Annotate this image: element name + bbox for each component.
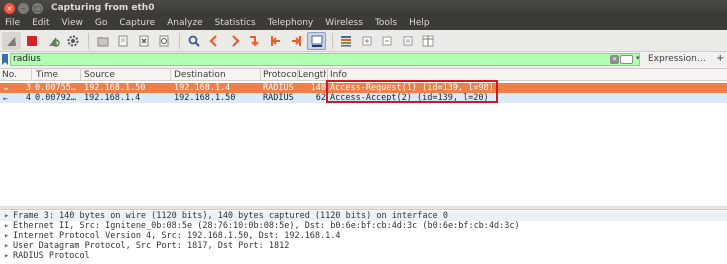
- maximize-window-button[interactable]: □: [32, 2, 43, 14]
- capture-options-gear-icon[interactable]: [64, 32, 83, 50]
- window-controls: × – □: [4, 2, 43, 14]
- go-back-icon[interactable]: [205, 32, 224, 50]
- packet-source: 192.168.1.4: [84, 93, 141, 103]
- go-to-packet-icon[interactable]: [246, 32, 265, 50]
- detail-row-udp[interactable]: ▸ User Datagram Protocol, Src Port: 1817,…: [4, 241, 289, 251]
- detail-text: Frame 3: 140 bytes on wire (1120 bits), …: [13, 211, 448, 221]
- toolbar-separator: [331, 32, 333, 49]
- stop-square-icon[interactable]: [23, 32, 42, 50]
- detail-text: Ethernet II, Src: Ignitene_0b:08:5e (28:…: [13, 221, 520, 231]
- expand-triangle-icon[interactable]: ▸: [4, 221, 13, 231]
- column-divider[interactable]: [80, 69, 81, 81]
- menu-go[interactable]: Go: [95, 18, 107, 28]
- column-header-protocol[interactable]: Protoco: [263, 70, 297, 80]
- autoscroll-icon[interactable]: [307, 31, 326, 50]
- toolbar-separator: [179, 32, 180, 49]
- zoom-in-icon[interactable]: [357, 32, 376, 50]
- column-header-no[interactable]: No.: [2, 70, 30, 80]
- minimize-window-button[interactable]: –: [18, 2, 29, 14]
- column-header-time[interactable]: Time: [36, 70, 80, 80]
- menu-help[interactable]: Help: [409, 18, 430, 28]
- expand-triangle-icon[interactable]: ▸: [4, 211, 13, 221]
- packet-time: 0.00755…: [35, 83, 76, 93]
- close-window-button[interactable]: ×: [4, 2, 15, 14]
- zoom-out-icon[interactable]: [378, 32, 397, 50]
- menu-wireless[interactable]: Wireless: [325, 18, 363, 28]
- menu-edit[interactable]: Edit: [32, 18, 49, 28]
- packet-destination: 192.168.1.4: [174, 83, 231, 93]
- column-divider[interactable]: [170, 69, 171, 81]
- close-file-icon[interactable]: [134, 32, 153, 50]
- expand-triangle-icon[interactable]: ▸: [4, 241, 13, 251]
- detail-text: RADIUS Protocol: [13, 251, 90, 261]
- column-divider[interactable]: [31, 69, 32, 81]
- expression-button[interactable]: Expression…: [648, 54, 706, 64]
- column-header-source[interactable]: Source: [84, 70, 169, 80]
- packet-source: 192.168.1.50: [84, 83, 146, 93]
- main-toolbar: [0, 30, 727, 52]
- detail-row-frame[interactable]: ▸ Frame 3: 140 bytes on wire (1120 bits),…: [0, 211, 727, 221]
- menu-telephony[interactable]: Telephony: [268, 18, 314, 28]
- detail-text: Internet Protocol Version 4, Src: 192.16…: [13, 231, 341, 241]
- clear-filter-icon[interactable]: ×: [610, 55, 619, 64]
- menu-view[interactable]: View: [62, 18, 83, 28]
- bookmark-icon[interactable]: [2, 54, 8, 65]
- column-header-length[interactable]: Length: [298, 70, 326, 80]
- display-filter-input[interactable]: [10, 53, 640, 66]
- column-divider[interactable]: [260, 69, 261, 81]
- menu-capture[interactable]: Capture: [119, 18, 155, 28]
- detail-text: User Datagram Protocol, Src Port: 1817, …: [13, 241, 290, 251]
- packet-no: 4: [25, 93, 31, 103]
- shark-fin-start-icon[interactable]: [2, 31, 21, 50]
- find-packet-icon[interactable]: [184, 32, 203, 50]
- filter-history-chevron-down-icon[interactable]: ▾: [636, 54, 640, 62]
- detail-row-ip[interactable]: ▸ Internet Protocol Version 4, Src: 192.1…: [4, 231, 341, 241]
- go-to-first-icon[interactable]: [266, 32, 285, 50]
- colorize-icon[interactable]: [337, 32, 356, 50]
- add-filter-button[interactable]: +: [716, 53, 724, 64]
- packet-no: 3: [25, 83, 31, 93]
- packet-protocol: RADIUS: [263, 93, 294, 103]
- detail-row-ethernet[interactable]: ▸ Ethernet II, Src: Ignitene_0b:08:5e (28…: [4, 221, 520, 231]
- apply-filter-icon[interactable]: [620, 55, 633, 64]
- menu-file[interactable]: File: [5, 18, 20, 28]
- packet-details-pane: ▸ Frame 3: 140 bytes on wire (1120 bits),…: [0, 209, 727, 264]
- save-file-icon[interactable]: [114, 32, 133, 50]
- packet-destination: 192.168.1.50: [174, 93, 236, 103]
- response-arrow-icon: ←: [3, 94, 8, 103]
- packet-time: 0.00792…: [35, 93, 76, 103]
- expand-triangle-icon[interactable]: ▸: [4, 231, 13, 241]
- detail-row-radius[interactable]: ▸ RADIUS Protocol: [4, 251, 90, 261]
- menu-tools[interactable]: Tools: [375, 18, 397, 28]
- display-filter-value: radius: [13, 54, 41, 64]
- display-filter-bar: radius × ▾ Expression… +: [0, 53, 727, 67]
- window-title: Capturing from eth0: [51, 3, 155, 13]
- toolbar-separator: [88, 32, 89, 49]
- normal-size-icon[interactable]: [398, 32, 417, 50]
- menu-bar: File Edit View Go Capture Analyze Statis…: [0, 16, 727, 30]
- resize-columns-icon[interactable]: [419, 32, 438, 50]
- open-file-icon[interactable]: [93, 32, 112, 50]
- window-titlebar: × – □ Capturing from eth0: [0, 0, 727, 16]
- info-highlight-annotation: [326, 80, 498, 103]
- packet-length: 62: [315, 93, 326, 103]
- reload-file-icon[interactable]: [155, 32, 174, 50]
- packet-protocol: RADIUS: [263, 83, 294, 93]
- expand-triangle-icon[interactable]: ▸: [4, 251, 13, 261]
- request-arrow-icon: →: [3, 84, 8, 93]
- menu-statistics[interactable]: Statistics: [215, 18, 256, 28]
- go-forward-icon[interactable]: [225, 32, 244, 50]
- go-to-last-icon[interactable]: [287, 32, 306, 50]
- column-header-info[interactable]: Info: [330, 70, 390, 80]
- packet-length: 140: [310, 83, 326, 93]
- restart-capture-icon[interactable]: [43, 32, 62, 50]
- column-header-destination[interactable]: Destination: [174, 70, 259, 80]
- menu-analyze[interactable]: Analyze: [167, 18, 202, 28]
